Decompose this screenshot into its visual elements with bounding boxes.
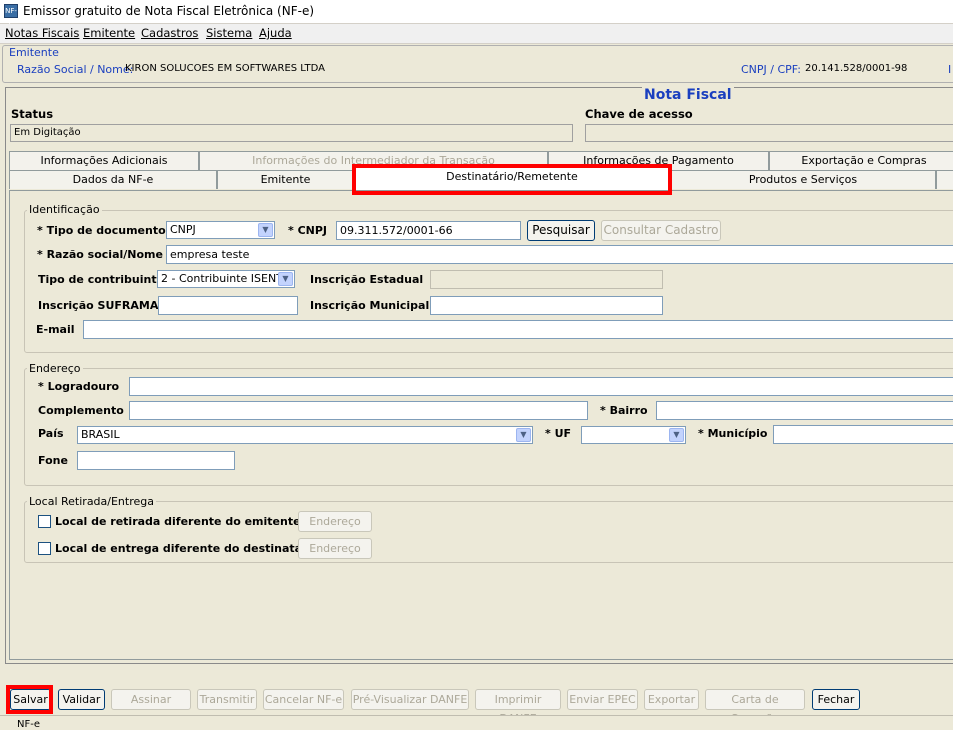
tab-produtos-servicos[interactable]: Produtos e Serviços: [670, 170, 936, 189]
pais-select[interactable]: BRASIL ▼: [77, 426, 533, 444]
status-label: Status: [11, 107, 54, 121]
chave-acesso-label: Chave de acesso: [585, 107, 693, 121]
complemento-input[interactable]: [129, 401, 588, 420]
menu-sistema[interactable]: Sistema: [206, 26, 252, 40]
inscricao-estadual-input[interactable]: [430, 270, 663, 289]
tab-overflow[interactable]: [936, 170, 953, 189]
tab-highlight: [352, 164, 672, 195]
menu-ajuda[interactable]: Ajuda: [259, 26, 292, 40]
cancelar-nfe-button[interactable]: Cancelar NF-e: [263, 689, 344, 710]
tipo-contribuinte-label: Tipo de contribuinte: [38, 273, 165, 286]
pais-label: País: [38, 427, 64, 440]
cnpj-cpf-label: CNPJ / CPF:: [741, 63, 801, 76]
cnpj-cpf-value: 20.141.528/0001-98: [805, 63, 908, 74]
razao-social-label: Razão Social / Nome:: [17, 63, 134, 76]
bairro-label: * Bairro: [600, 404, 648, 417]
status-bar-text: NF-e: [17, 719, 40, 730]
complemento-label: Complemento: [38, 404, 124, 417]
cnpj-label: * CNPJ: [288, 224, 328, 237]
uf-select[interactable]: ▼: [581, 426, 686, 444]
pre-visualizar-danfe-button[interactable]: Pré-Visualizar DANFE: [351, 689, 469, 710]
email-input[interactable]: [83, 320, 953, 339]
emitente-legend: Emitente: [7, 46, 61, 59]
uf-label: * UF: [545, 427, 572, 440]
exportar-button[interactable]: Exportar: [644, 689, 699, 710]
inscricao-suframa-input[interactable]: [158, 296, 298, 315]
window-title: Emissor gratuito de Nota Fiscal Eletrôni…: [23, 4, 315, 18]
assinar-button[interactable]: Assinar: [111, 689, 191, 710]
retirada-endereco-button[interactable]: Endereço: [298, 511, 372, 532]
endereco-legend: Endereço: [27, 362, 83, 375]
tab-exportacao[interactable]: Exportação e Compras: [769, 151, 953, 170]
retirada-checkbox[interactable]: [38, 515, 51, 528]
retirada-label[interactable]: Local de retirada diferente do emitente: [55, 515, 301, 528]
fechar-button[interactable]: Fechar: [812, 689, 860, 710]
carta-correcao-button[interactable]: Carta de Correção: [705, 689, 805, 725]
imprimir-danfe-button[interactable]: Imprimir DANFE: [475, 689, 561, 725]
transmitir-button[interactable]: Transmitir: [197, 689, 257, 710]
logradouro-label: * Logradouro: [38, 380, 120, 393]
validar-button[interactable]: Validar: [58, 689, 105, 710]
razao-social-value: KIRON SOLUCOES EM SOFTWARES LTDA: [125, 63, 325, 74]
menu-notas-fiscais[interactable]: Notas Fiscais: [5, 26, 79, 40]
logradouro-input[interactable]: [129, 377, 953, 396]
app-icon: NF-e: [4, 4, 18, 27]
chevron-down-icon[interactable]: ▼: [669, 428, 684, 442]
chevron-down-icon[interactable]: ▼: [278, 272, 293, 286]
chevron-down-icon[interactable]: ▼: [516, 428, 531, 442]
fone-label: Fone: [38, 454, 68, 467]
tipo-documento-value: CNPJ: [170, 223, 196, 236]
nota-fiscal-title: Nota Fiscal: [642, 87, 734, 103]
status-bar: [0, 715, 953, 730]
tab-informacoes-adicionais[interactable]: Informações Adicionais: [9, 151, 199, 170]
inscricao-municipal-label: Inscrição Municipal: [310, 299, 430, 312]
pesquisar-button[interactable]: Pesquisar: [527, 220, 595, 241]
chevron-down-icon[interactable]: ▼: [258, 223, 273, 237]
tab-emitente[interactable]: Emitente: [217, 170, 354, 189]
municipio-input[interactable]: [773, 425, 953, 444]
chave-acesso-field: [585, 124, 953, 142]
tipo-documento-select[interactable]: CNPJ ▼: [166, 221, 275, 239]
emitente-cut-label: I: [948, 63, 952, 76]
entrega-endereco-button[interactable]: Endereço: [298, 538, 372, 559]
municipio-label: * Município: [698, 427, 768, 440]
tipo-contribuinte-value: 2 - Contribuinte ISENTO: [161, 272, 292, 285]
local-retirada-legend: Local Retirada/Entrega: [27, 495, 156, 508]
inscricao-municipal-input[interactable]: [430, 296, 663, 315]
inscricao-estadual-label: Inscrição Estadual: [310, 273, 424, 286]
status-field: Em Digitação: [10, 124, 573, 142]
identificacao-legend: Identificação: [27, 203, 102, 216]
pais-value: BRASIL: [81, 428, 120, 441]
menu-cadastros[interactable]: Cadastros: [141, 26, 198, 40]
fone-input[interactable]: [77, 451, 235, 470]
tipo-documento-label: * Tipo de documento: [37, 224, 166, 237]
cnpj-input[interactable]: 09.311.572/0001-66: [336, 221, 521, 240]
bairro-input[interactable]: [656, 401, 953, 420]
menu-emitente[interactable]: Emitente: [83, 26, 135, 40]
tipo-contribuinte-select[interactable]: 2 - Contribuinte ISENTO ▼: [157, 270, 295, 288]
razao-social-input[interactable]: empresa teste: [166, 245, 953, 264]
entrega-checkbox[interactable]: [38, 542, 51, 555]
salvar-highlight: [6, 685, 53, 714]
razao-social-nome-label: * Razão social/Nome: [37, 248, 163, 261]
tab-dados-nfe[interactable]: Dados da NF-e: [9, 170, 217, 189]
consultar-cadastro-button[interactable]: Consultar Cadastro: [601, 220, 721, 241]
email-label: E-mail: [36, 323, 75, 336]
entrega-label[interactable]: Local de entrega diferente do destinatár…: [55, 542, 319, 555]
enviar-epec-button[interactable]: Enviar EPEC: [567, 689, 638, 710]
inscricao-suframa-label: Inscrição SUFRAMA: [38, 299, 159, 312]
